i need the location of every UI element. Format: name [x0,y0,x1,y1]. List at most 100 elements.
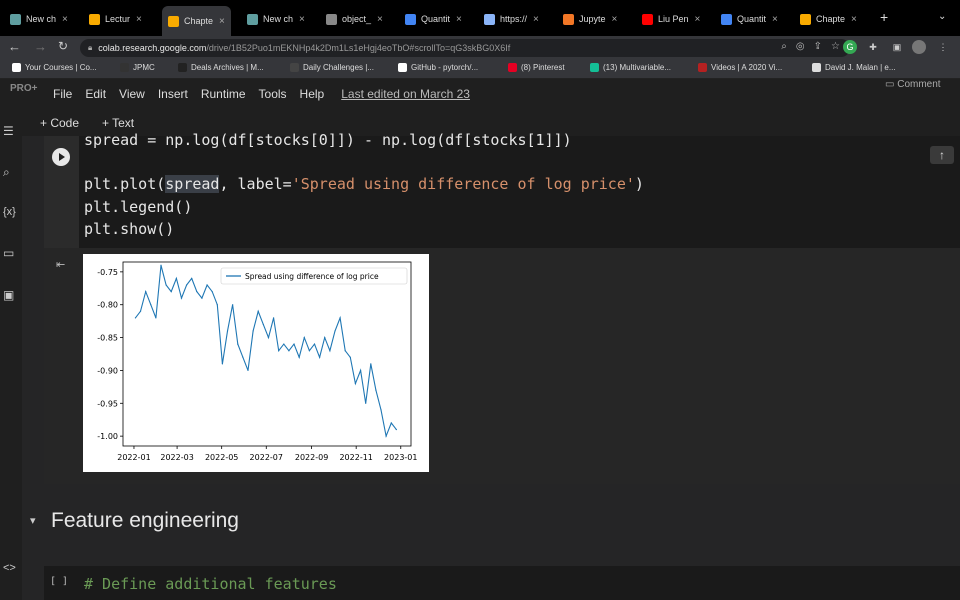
comment-button[interactable]: ▭ Comment [885,79,941,90]
close-tab-icon[interactable]: × [136,14,142,25]
browser-tab[interactable]: Liu Pen × [642,8,700,30]
y-tick-label: -0.80 [97,301,118,310]
data-point [324,336,326,339]
bookmark-item[interactable]: GitHub - pytorch/... [398,63,478,72]
close-tab-icon[interactable]: × [533,14,539,25]
close-tab-icon[interactable]: × [299,14,305,25]
collapse-section-icon[interactable]: ▾ [30,514,36,527]
table-of-contents-icon[interactable]: ☰ [3,124,14,138]
add-code-button[interactable]: + Code [40,116,79,130]
close-tab-icon[interactable]: × [377,14,383,25]
tab-label: Chapte [184,16,214,26]
data-point [191,277,193,280]
data-point [221,363,224,365]
browser-tab[interactable]: Lectur × [89,8,142,30]
browser-tab[interactable]: New ch × [247,8,305,30]
data-point [354,382,357,385]
variables-icon[interactable]: {x} [3,206,16,218]
tab-favicon-icon [168,15,179,27]
menu-item-runtime[interactable]: Runtime [201,87,246,101]
tab-favicon-icon [721,13,732,25]
data-point [334,330,336,332]
move-cell-up-button[interactable]: ↑ [930,146,954,164]
secrets-icon[interactable]: ▣ [3,288,14,302]
browser-tab[interactable]: Chapte × [800,8,857,30]
bookmark-item[interactable]: David J. Malan | e... [812,63,896,72]
data-point [272,317,275,319]
bookmark-item[interactable]: JPMC [120,63,155,72]
data-point [206,284,208,286]
bookmark-item[interactable]: (8) Pinterest [508,63,565,72]
menu-item-view[interactable]: View [119,87,145,101]
data-point [139,310,142,312]
close-tab-icon[interactable]: × [851,14,857,25]
browser-tab[interactable]: object_ × [326,8,383,30]
data-point [242,356,244,358]
pro-badge: PRO+ [10,83,38,94]
code-snippets-icon[interactable]: <> [3,562,16,574]
bookmark-star-icon[interactable]: ☆ [831,41,840,52]
menu-item-insert[interactable]: Insert [158,87,188,101]
search-icon[interactable]: ⌕ [3,165,10,180]
bookmark-favicon-icon [398,63,407,72]
data-point [370,363,372,365]
browser-tab[interactable]: Chapte × [162,6,231,36]
last-edited-link[interactable]: Last edited on March 23 [341,87,470,101]
browser-tab[interactable]: New ch × [10,8,68,30]
close-tab-icon[interactable]: × [612,14,618,25]
sidepanel-icon[interactable]: ▣ [890,40,904,54]
menu-item-edit[interactable]: Edit [85,87,106,101]
reload-icon[interactable]: ↻ [58,39,68,53]
url-host: colab.research.google.com [98,43,207,53]
menu-item-help[interactable]: Help [300,87,325,101]
browser-menu-icon[interactable]: ⋮ [936,40,950,54]
bookmark-item[interactable]: Your Courses | Co... [12,63,97,72]
grammarly-extension-icon[interactable]: G [843,40,857,54]
close-tab-icon[interactable]: × [695,14,701,25]
data-point [278,350,280,352]
profile-avatar[interactable] [912,40,926,54]
bookmark-label: GitHub - pytorch/... [411,63,479,72]
search-icon[interactable]: ⌕ [781,41,787,52]
share-icon[interactable]: ⇪ [814,41,822,52]
tab-favicon-icon [800,13,811,25]
tab-label: Jupyte [579,14,606,24]
forward-icon[interactable]: → [34,39,47,54]
run-cell-button[interactable] [52,148,70,166]
close-tab-icon[interactable]: × [772,14,778,25]
add-text-button[interactable]: + Text [102,116,134,130]
address-bar[interactable]: 🔒︎ colab.research.google.com/drive/1B52P… [80,39,850,57]
extensions-puzzle-icon[interactable]: ✚ [866,40,880,54]
tab-search-icon[interactable]: ⌄ [938,11,946,22]
cell-run-status[interactable]: [ ] [50,576,68,587]
bookmark-item[interactable]: Daily Challenges |... [290,63,374,72]
cast-icon[interactable]: ◎ [796,41,805,52]
browser-tab[interactable]: https:// × [484,8,539,30]
tab-label: Quantit [421,14,451,24]
close-tab-icon[interactable]: × [62,14,68,25]
bookmark-favicon-icon [178,63,187,72]
back-icon[interactable]: ← [8,39,21,54]
data-point [155,317,157,319]
data-point [359,369,362,372]
browser-tab[interactable]: Quantit × [721,8,778,30]
close-tab-icon[interactable]: × [456,14,462,25]
bookmarks-bar: Your Courses | Co... JPMC Deals Archives |… [0,60,960,79]
folder-icon[interactable]: ▭ [3,246,14,260]
output-options-icon[interactable]: ⇤ [56,258,65,271]
new-tab-button[interactable]: + [880,9,888,25]
x-tick-label: 2022-09 [295,453,328,462]
browser-tab[interactable]: Quantit × [405,8,462,30]
tab-label: New ch [263,14,294,24]
bookmark-item[interactable]: Videos | A 2020 Vi... [698,63,782,72]
menu-item-file[interactable]: File [53,87,72,101]
data-point [145,290,147,293]
menu-item-tools[interactable]: Tools [259,87,287,101]
bookmark-item[interactable]: Deals Archives | M... [178,63,264,72]
data-point [252,330,254,332]
bookmark-item[interactable]: (13) Multivariable... [590,63,671,72]
browser-tab[interactable]: Jupyte × [563,8,617,30]
close-tab-icon[interactable]: × [219,16,225,27]
section-heading: Feature engineering [51,509,239,532]
browser-toolbar: ← → ↻ 🔒︎ colab.research.google.com/drive… [0,36,960,60]
